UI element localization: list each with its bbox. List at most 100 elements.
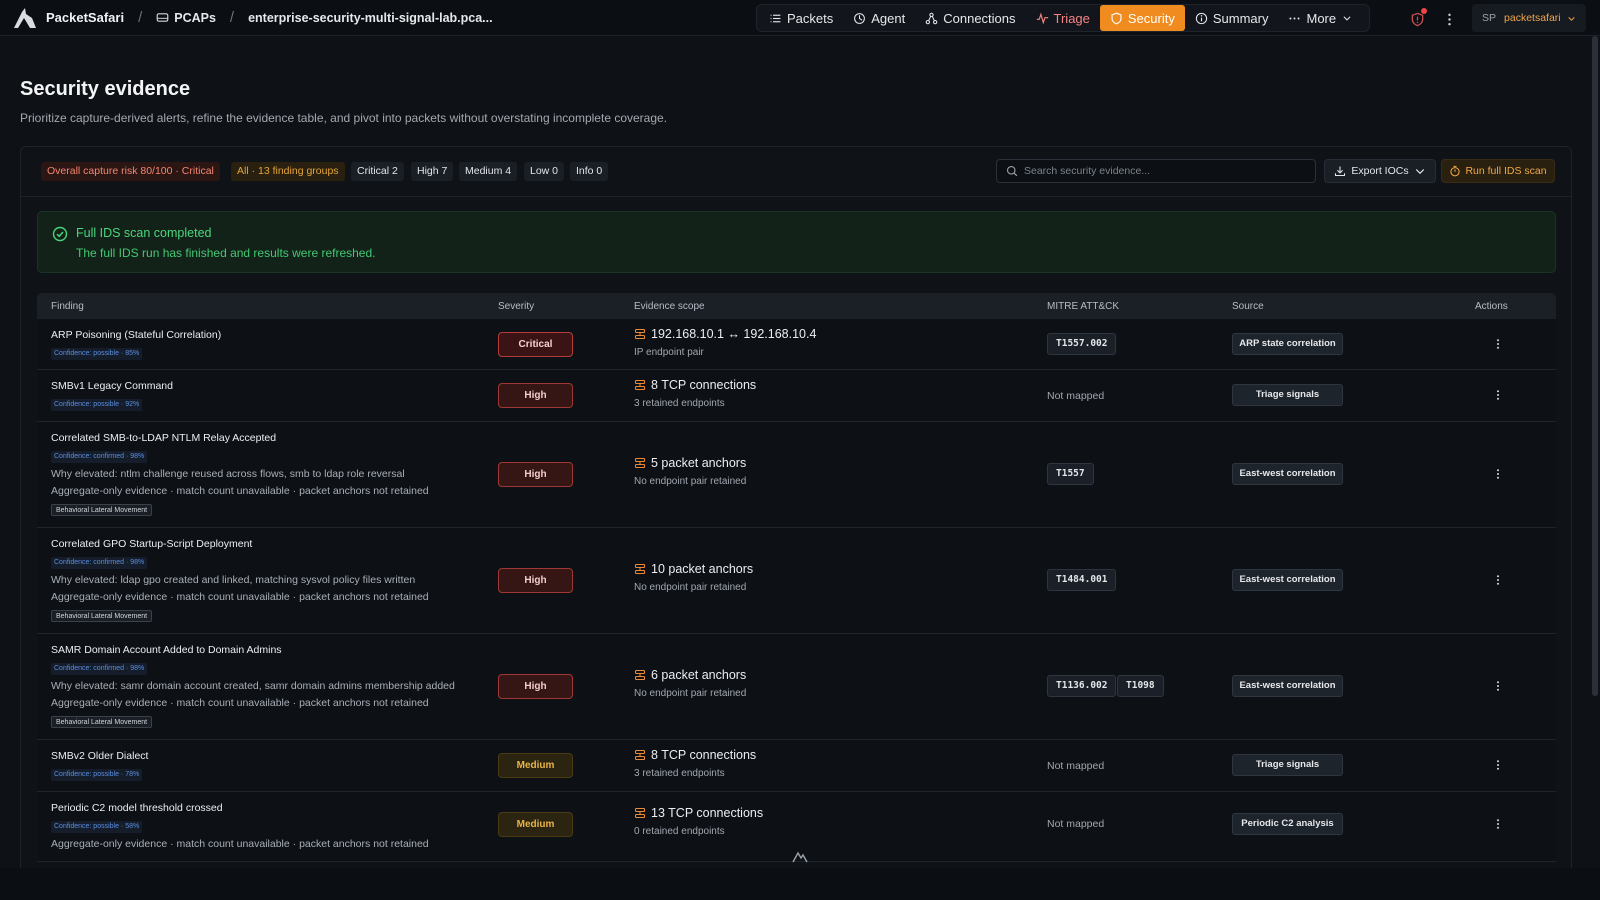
scope-icon (634, 669, 646, 681)
user-menu[interactable]: SP packetsafari (1472, 4, 1586, 32)
nav-label: Triage (1053, 10, 1090, 26)
shield-icon (1111, 12, 1122, 24)
timer-icon (1450, 165, 1461, 177)
kebab-menu-button[interactable] (1438, 8, 1460, 30)
scope-subtitle: 3 retained endpoints (634, 398, 725, 409)
filter-high[interactable]: High 7 (411, 162, 454, 181)
finding-title: ARP Poisoning (Stateful Correlation) (51, 329, 222, 341)
evidence-scope[interactable]: 192.168.10.1 ↔ 192.168.10.4 (634, 327, 816, 341)
row-actions-button[interactable] (1489, 571, 1507, 589)
column-severity[interactable]: Severity (498, 301, 534, 312)
evidence-scope[interactable]: 5 packet anchors (634, 456, 746, 470)
chevron-down-icon (1567, 16, 1575, 21)
breadcrumb-separator: / (138, 9, 143, 26)
filter-all[interactable]: All · 13 finding groups (231, 162, 345, 181)
risk-score-badge: Overall capture risk 80/100 · Critical (41, 162, 220, 181)
alert-body: The full IDS run has finished and result… (76, 246, 376, 260)
row-actions-button[interactable] (1489, 335, 1507, 353)
evidence-panel: Overall capture risk 80/100 · Critical A… (20, 146, 1572, 886)
nav-label: Summary (1212, 10, 1269, 26)
severity-badge: Medium (498, 812, 573, 837)
nav-more[interactable]: More (1278, 5, 1367, 31)
finding-title: SAMR Domain Account Added to Domain Admi… (51, 644, 282, 656)
scope-label: 8 TCP connections (651, 748, 757, 762)
confidence-badge: Confidence: possible · 92% (51, 399, 143, 411)
nav-security[interactable]: Security (1099, 5, 1185, 31)
mitre-technique-badge[interactable]: T1557.002 (1047, 333, 1117, 355)
breadcrumb-capture-file[interactable]: enterprise-security-multi-signal-lab.pca… (248, 11, 493, 25)
floating-logo-icon[interactable] (792, 851, 808, 863)
breadcrumb-separator: / (229, 9, 235, 26)
activity-icon (1036, 12, 1048, 24)
source-badge: Triage signals (1232, 384, 1343, 406)
severity-badge: Medium (498, 753, 573, 778)
row-actions-button[interactable] (1489, 677, 1507, 695)
top-bar: PacketSafari / PCAPs / enterprise-securi… (0, 0, 1600, 36)
scope-icon (634, 807, 646, 819)
evidence-scope[interactable]: 10 packet anchors (634, 562, 753, 576)
export-iocs-button[interactable]: Export IOCs (1324, 159, 1436, 183)
mitre-technique-badge[interactable]: T1557 (1047, 463, 1094, 485)
run-ids-scan-button[interactable]: Run full IDS scan (1441, 159, 1555, 183)
nav-packets[interactable]: Packets (759, 5, 843, 31)
filter-medium[interactable]: Medium 4 (459, 162, 518, 181)
download-icon (1335, 166, 1346, 177)
table-row[interactable]: Correlated GPO Startup-Script Deployment… (37, 528, 1556, 634)
row-actions-button[interactable] (1489, 756, 1507, 774)
evidence-scope[interactable]: 8 TCP connections (634, 748, 756, 762)
alert-title: Full IDS scan completed (76, 226, 212, 240)
table-row[interactable]: ARP Poisoning (Stateful Correlation) Con… (37, 319, 1556, 370)
table-row[interactable]: SMBv1 Legacy Command Confidence: possibl… (37, 370, 1556, 422)
kebab-icon (1447, 13, 1451, 25)
mitre-technique-badge[interactable]: T1136.002 (1047, 675, 1117, 697)
page-scrollbar[interactable] (1592, 36, 1598, 696)
breadcrumb-label: enterprise-security-multi-signal-lab.pca… (248, 10, 493, 25)
kebab-icon (1496, 681, 1500, 691)
why-elevated-text: Why elevated: samr domain account create… (51, 680, 455, 692)
column-mitre[interactable]: MITRE ATT&CK (1047, 301, 1119, 312)
evidence-scope[interactable]: 6 packet anchors (634, 668, 746, 682)
brand[interactable]: PacketSafari (12, 6, 124, 30)
mitre-not-mapped: Not mapped (1047, 390, 1105, 402)
table-row[interactable]: SMBv2 Older Dialect Confidence: possible… (37, 740, 1556, 792)
table-row[interactable]: Correlated SMB-to-LDAP NTLM Relay Accept… (37, 422, 1556, 528)
nav-agent[interactable]: Agent (843, 5, 915, 31)
security-alerts-button[interactable] (1406, 8, 1428, 30)
mitre-technique-badge[interactable]: T1484.001 (1047, 569, 1117, 591)
scan-complete-alert: Full IDS scan completed The full IDS run… (37, 211, 1556, 273)
filter-low[interactable]: Low 0 (524, 162, 565, 181)
row-actions-button[interactable] (1489, 386, 1507, 404)
kebab-icon (1496, 339, 1500, 349)
scope-label: 8 TCP connections (651, 378, 757, 392)
mitre-technique-badge[interactable]: T1098 (1117, 675, 1164, 697)
source-badge: East-west correlation (1232, 675, 1343, 697)
evidence-scope[interactable]: 8 TCP connections (634, 378, 756, 392)
nav-triage[interactable]: Triage (1026, 5, 1100, 31)
info-icon (1195, 12, 1208, 24)
filter-info[interactable]: Info 0 (570, 162, 609, 181)
column-finding[interactable]: Finding (51, 301, 84, 312)
table-row[interactable]: SAMR Domain Account Added to Domain Admi… (37, 634, 1556, 740)
evidence-scope[interactable]: 13 TCP connections (634, 806, 763, 820)
filter-toolbar: Overall capture risk 80/100 · Critical A… (21, 147, 1571, 197)
scope-subtitle: No endpoint pair retained (634, 582, 747, 593)
column-source[interactable]: Source (1232, 301, 1264, 312)
search-input[interactable] (1024, 165, 1304, 177)
row-actions-button[interactable] (1489, 465, 1507, 483)
source-badge: Triage signals (1232, 754, 1343, 776)
scope-subtitle: 0 retained endpoints (634, 826, 725, 837)
confidence-badge: Confidence: confirmed · 98% (51, 451, 148, 463)
agent-icon (854, 12, 866, 24)
nav-summary[interactable]: Summary (1185, 5, 1279, 31)
scope-label: 5 packet anchors (651, 456, 747, 470)
confidence-badge: Confidence: possible · 78% (51, 769, 143, 781)
mitre-not-mapped: Not mapped (1047, 818, 1105, 830)
nav-connections[interactable]: Connections (915, 5, 1025, 31)
column-evidence-scope[interactable]: Evidence scope (634, 301, 705, 312)
search-box[interactable] (996, 159, 1316, 183)
filter-critical[interactable]: Critical 2 (351, 162, 404, 181)
row-actions-button[interactable] (1489, 815, 1507, 833)
app-name: PacketSafari (46, 10, 125, 25)
breadcrumb-pcaps[interactable]: PCAPs (156, 11, 216, 25)
nav-label: Connections (943, 10, 1016, 26)
